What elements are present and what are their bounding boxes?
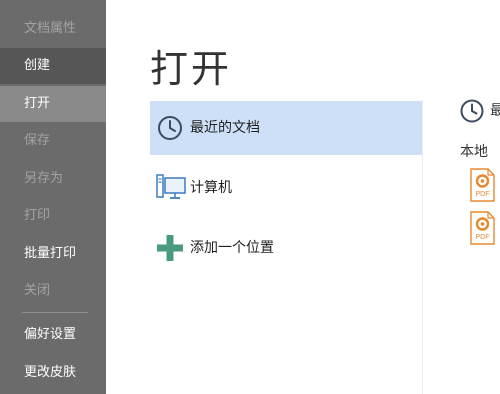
location-label: 计算机 xyxy=(190,180,232,196)
plus-icon xyxy=(157,235,183,261)
pdf-file-icon[interactable]: PDF xyxy=(470,168,495,202)
sidebar: 文档属性 创建 打开 保存 另存为 打印 批量打印 关闭 偏好设置 更改皮肤 xyxy=(0,0,106,394)
clock-icon xyxy=(460,99,484,123)
sidebar-item-save-as[interactable]: 另存为 xyxy=(0,161,106,197)
location-label: 添加一个位置 xyxy=(190,240,274,256)
section-label-local: 本地 xyxy=(460,144,488,160)
panel-divider xyxy=(422,100,423,394)
location-recent-documents[interactable]: 最近的文档 xyxy=(150,101,422,155)
sidebar-item-create[interactable]: 创建 xyxy=(0,48,106,84)
sidebar-item-close[interactable]: 关闭 xyxy=(0,273,106,309)
location-computer[interactable]: 计算机 xyxy=(150,161,422,215)
pdf-file-icon[interactable]: PDF xyxy=(470,211,495,245)
pdf-type-label: PDF xyxy=(476,191,490,198)
clock-icon xyxy=(158,116,182,140)
computer-icon xyxy=(156,174,186,199)
sidebar-item-save[interactable]: 保存 xyxy=(0,123,106,159)
location-add-place[interactable]: 添加一个位置 xyxy=(150,221,422,275)
sidebar-item-document-properties[interactable]: 文档属性 xyxy=(0,11,106,47)
sidebar-item-open[interactable]: 打开 xyxy=(0,86,106,122)
sidebar-item-preferences[interactable]: 偏好设置 xyxy=(0,317,106,353)
sidebar-item-change-skin[interactable]: 更改皮肤 xyxy=(0,355,106,391)
page-title: 打开 xyxy=(150,47,233,91)
sidebar-item-print[interactable]: 打印 xyxy=(0,198,106,234)
sidebar-item-batch-print[interactable]: 批量打印 xyxy=(0,236,106,272)
location-label: 最近的文档 xyxy=(190,120,260,136)
pdf-type-label: PDF xyxy=(476,234,490,241)
sidebar-divider xyxy=(22,312,88,313)
recent-panel-title: 最 xyxy=(490,103,500,119)
